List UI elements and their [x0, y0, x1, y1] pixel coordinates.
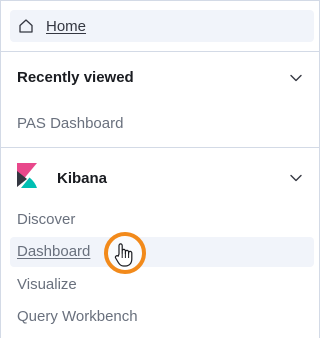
kibana-logo-icon [17, 163, 37, 193]
home-link[interactable]: Home [10, 10, 314, 42]
recent-item-pas-dashboard[interactable]: PAS Dashboard [17, 115, 123, 132]
home-icon [18, 18, 34, 34]
nav-item-visualize[interactable]: Visualize [17, 276, 77, 293]
nav-item-query-workbench[interactable]: Query Workbench [17, 308, 138, 325]
side-nav-panel: Home Recently viewed PAS Dashboard Kiban… [0, 0, 320, 338]
nav-item-dashboard[interactable]: Dashboard [17, 243, 90, 260]
kibana-header[interactable]: Kibana [17, 163, 303, 193]
chevron-down-icon[interactable] [289, 171, 303, 185]
home-label: Home [46, 17, 87, 35]
recently-viewed-title: Recently viewed [17, 69, 134, 86]
hand-pointer-icon [113, 242, 135, 268]
divider [1, 147, 319, 148]
chevron-down-icon[interactable] [289, 71, 303, 85]
divider [1, 51, 319, 52]
nav-item-discover[interactable]: Discover [17, 211, 75, 228]
kibana-title: Kibana [57, 169, 108, 187]
recently-viewed-header[interactable]: Recently viewed [17, 69, 303, 86]
